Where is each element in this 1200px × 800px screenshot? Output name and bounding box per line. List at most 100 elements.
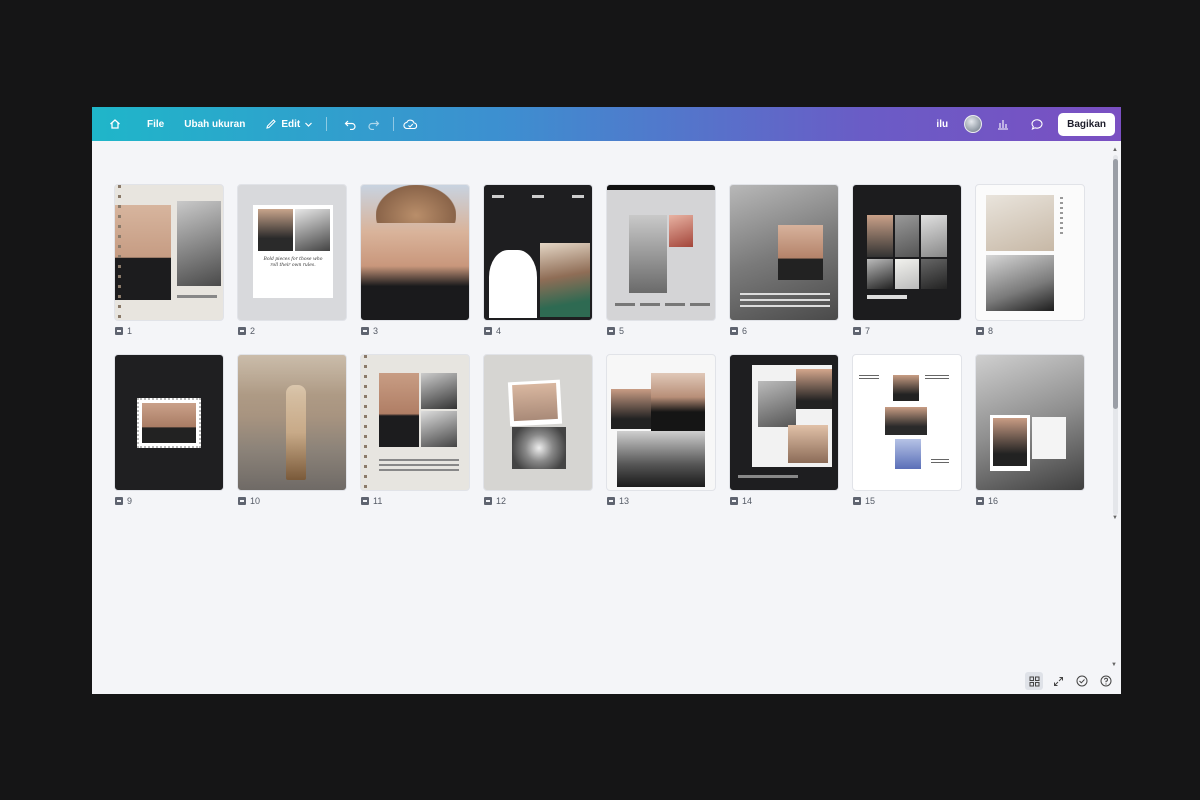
page-icon bbox=[115, 327, 123, 335]
page-preview[interactable] bbox=[360, 184, 470, 321]
text-lines bbox=[177, 295, 217, 298]
undo-button[interactable] bbox=[339, 112, 362, 136]
edit-menu[interactable]: Edit bbox=[260, 112, 318, 136]
page-preview[interactable] bbox=[237, 354, 347, 491]
page-preview[interactable] bbox=[360, 354, 470, 491]
page-thumbnail[interactable]: 7 bbox=[852, 184, 962, 336]
page-preview[interactable] bbox=[114, 354, 224, 491]
check-circle-icon bbox=[1076, 675, 1088, 687]
spiral-binding bbox=[118, 185, 121, 320]
page-label: 9 bbox=[115, 496, 132, 506]
toolbar-divider bbox=[393, 117, 395, 131]
page-thumbnail[interactable]: 6 bbox=[729, 184, 839, 336]
page-thumbnail[interactable]: 5 bbox=[606, 184, 716, 336]
page-thumbnail[interactable]: 1 bbox=[114, 184, 224, 336]
page-thumbnail[interactable]: 8 bbox=[975, 184, 1085, 336]
portrait-photo bbox=[629, 215, 667, 293]
vertical-text bbox=[1060, 197, 1063, 237]
resize-button[interactable]: Ubah ukuran bbox=[179, 112, 250, 136]
page-label: 1 bbox=[115, 326, 132, 336]
page-preview[interactable] bbox=[975, 354, 1085, 491]
file-label: File bbox=[147, 118, 165, 130]
page-thumbnail[interactable]: 13 bbox=[606, 354, 716, 506]
shoe-photo bbox=[986, 195, 1054, 251]
page-label: 15 bbox=[853, 496, 875, 506]
resize-label: Ubah ukuran bbox=[184, 118, 246, 130]
check-button[interactable] bbox=[1073, 672, 1091, 690]
page-icon bbox=[238, 497, 246, 505]
portrait-photo bbox=[651, 373, 705, 433]
page-thumbnail[interactable]: 14 bbox=[729, 354, 839, 506]
photo-tile bbox=[867, 215, 893, 257]
scroll-thumb[interactable] bbox=[1113, 159, 1118, 409]
page-thumbnail[interactable]: 3 bbox=[360, 184, 470, 336]
file-menu[interactable]: File bbox=[142, 112, 169, 136]
page-thumbnail[interactable]: 12 bbox=[483, 354, 593, 506]
photo-tile bbox=[758, 381, 796, 427]
scroll-down-icon[interactable]: ▼ bbox=[1111, 662, 1117, 668]
page-number: 16 bbox=[988, 496, 999, 506]
sketch-photo bbox=[1032, 417, 1066, 459]
page-label: 11 bbox=[361, 496, 382, 506]
page-preview[interactable]: Bold pieces for those who roll their own… bbox=[237, 184, 347, 321]
scroll-down-icon[interactable]: ▼ bbox=[1112, 515, 1118, 521]
page-label: 2 bbox=[238, 326, 255, 336]
scroll-up-icon[interactable]: ▲ bbox=[1112, 147, 1118, 153]
portrait-photo bbox=[379, 373, 419, 447]
page-label: 10 bbox=[238, 496, 260, 506]
page-preview[interactable] bbox=[114, 184, 224, 321]
page-thumbnail[interactable]: 16 bbox=[975, 354, 1085, 506]
text-lines bbox=[859, 375, 879, 380]
page-preview[interactable] bbox=[606, 184, 716, 321]
text-block bbox=[379, 459, 459, 471]
portrait-photo bbox=[617, 431, 705, 487]
insights-chart-icon[interactable] bbox=[996, 117, 1010, 131]
user-initials[interactable]: ilu bbox=[936, 119, 948, 130]
save-status-button[interactable] bbox=[398, 112, 423, 136]
portrait-photo bbox=[895, 439, 921, 469]
page-preview[interactable] bbox=[483, 354, 593, 491]
page-thumbnail[interactable]: 15 bbox=[852, 354, 962, 506]
page-thumbnail[interactable]: 4 bbox=[483, 184, 593, 336]
vertical-scrollbar[interactable]: ▲ ▼ bbox=[1112, 147, 1118, 522]
page-thumbnail[interactable]: 9 bbox=[114, 354, 224, 506]
share-button[interactable]: Bagikan bbox=[1058, 112, 1115, 136]
sky-haze bbox=[238, 355, 346, 395]
page-preview[interactable] bbox=[852, 184, 962, 321]
page-number: 14 bbox=[742, 496, 753, 506]
page-number: 9 bbox=[127, 496, 133, 506]
help-icon bbox=[1100, 675, 1112, 687]
page-label: 8 bbox=[976, 326, 993, 336]
page-number: 8 bbox=[988, 326, 994, 336]
page-label: 4 bbox=[484, 326, 501, 336]
portrait-photo bbox=[788, 425, 828, 463]
portrait-photo bbox=[512, 382, 558, 422]
page-number: 13 bbox=[619, 496, 630, 506]
page-preview[interactable] bbox=[852, 354, 962, 491]
page-label: 14 bbox=[730, 496, 752, 506]
help-button[interactable] bbox=[1097, 672, 1115, 690]
person-figure bbox=[286, 385, 306, 480]
page-number: 6 bbox=[742, 326, 748, 336]
page-preview[interactable] bbox=[975, 184, 1085, 321]
page-preview[interactable] bbox=[729, 184, 839, 321]
page-icon bbox=[238, 327, 246, 335]
page-preview[interactable] bbox=[606, 354, 716, 491]
page-preview[interactable] bbox=[729, 354, 839, 491]
photo-tile bbox=[421, 373, 457, 409]
page-thumbnail[interactable]: Bold pieces for those who roll their own… bbox=[237, 184, 347, 336]
avatar[interactable] bbox=[964, 115, 983, 133]
page-thumbnail[interactable]: 11 bbox=[360, 354, 470, 506]
portrait-photo bbox=[796, 369, 832, 409]
page-label: 6 bbox=[730, 326, 747, 336]
comment-icon[interactable] bbox=[1030, 117, 1044, 131]
caption-text bbox=[738, 475, 798, 478]
fullscreen-button[interactable] bbox=[1049, 672, 1067, 690]
redo-icon bbox=[368, 120, 380, 130]
page-preview[interactable] bbox=[483, 184, 593, 321]
home-button[interactable] bbox=[104, 112, 126, 136]
redo-button[interactable] bbox=[362, 112, 385, 136]
grid-view-button[interactable] bbox=[1025, 672, 1043, 690]
page-number: 12 bbox=[496, 496, 507, 506]
page-thumbnail[interactable]: 10 bbox=[237, 354, 347, 506]
